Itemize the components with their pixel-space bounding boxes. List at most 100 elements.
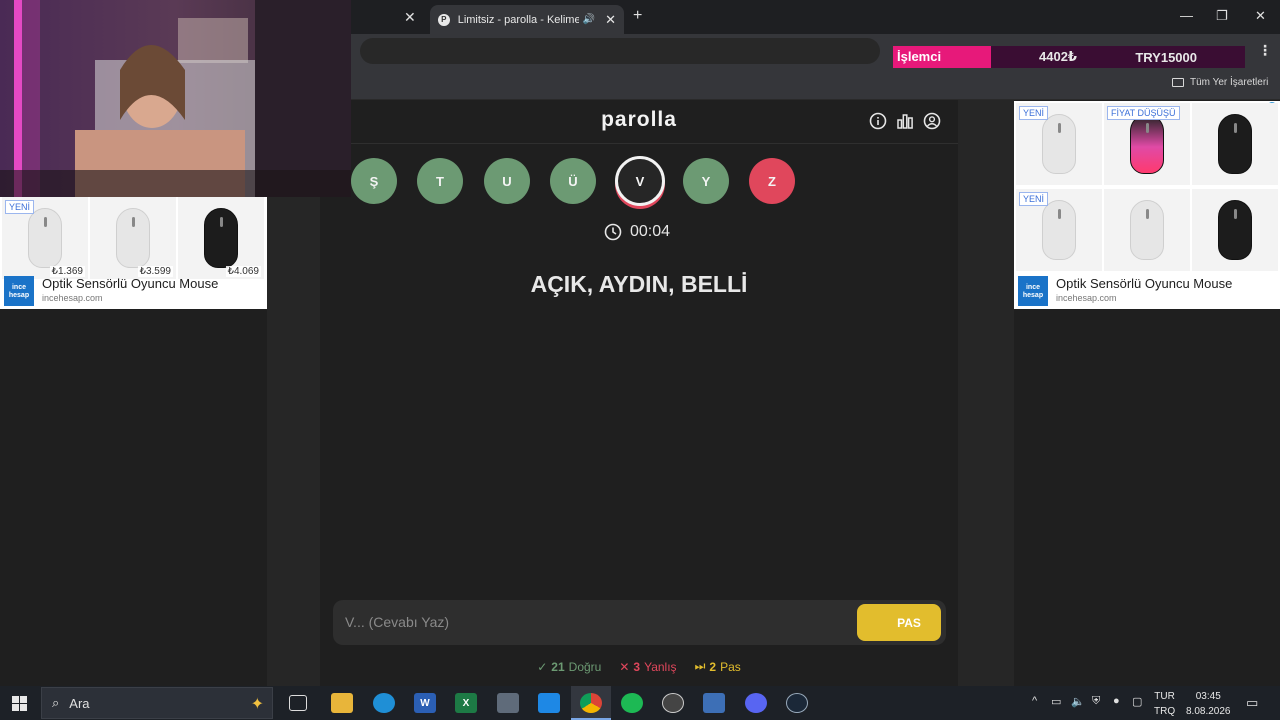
tab-title: Limitsiz - parolla - Kelime oyunu bbox=[457, 13, 579, 26]
right-ad[interactable]: i YENİ FİYAT DÜŞÜŞÜ YENİ ince hesap Opti… bbox=[1014, 101, 1280, 309]
mouse-image bbox=[1130, 200, 1164, 260]
address-bar[interactable] bbox=[360, 38, 880, 64]
edge-icon[interactable] bbox=[373, 693, 395, 713]
x-icon: ✕ bbox=[619, 659, 630, 674]
ad-title[interactable]: Optik Sensörlü Oyuncu Mouse bbox=[42, 276, 218, 291]
mouse-image bbox=[1218, 200, 1252, 260]
volume-icon[interactable]: 🔈 bbox=[1071, 695, 1085, 708]
mouse-image bbox=[1130, 114, 1164, 174]
store-icon[interactable] bbox=[538, 693, 560, 713]
header-icons bbox=[869, 112, 941, 130]
info-icon[interactable] bbox=[869, 112, 887, 130]
wrong-stat: ✕ 3 Yanlış bbox=[619, 659, 677, 674]
discord-icon[interactable] bbox=[745, 693, 767, 713]
letter-circle: Ü bbox=[550, 158, 596, 204]
left-ad[interactable]: YENİ ₺1.369 ₺3.599 ₺4.069 ince hesap Opti… bbox=[0, 197, 267, 309]
inactive-tab-close-icon[interactable]: ✕ bbox=[404, 9, 416, 26]
clock[interactable]: 03:45 8.08.2026 bbox=[1186, 689, 1231, 719]
ad-product[interactable]: YENİ bbox=[1016, 189, 1102, 271]
clue-text: AÇIK, AYDIN, BELLİ bbox=[530, 271, 748, 297]
banner-prices: 4402₺ TRY15000 bbox=[991, 46, 1245, 68]
spotify-icon[interactable] bbox=[621, 693, 643, 713]
ad-product-row: YENİ bbox=[1016, 189, 1280, 271]
mouse-image bbox=[28, 208, 62, 268]
clock-date: 8.08.2026 bbox=[1186, 706, 1231, 717]
ad-url[interactable]: incehesap.com bbox=[1056, 293, 1232, 303]
skip-icon: ⏭ bbox=[694, 659, 706, 673]
clock-time: 03:45 bbox=[1195, 691, 1221, 702]
mic-icon[interactable]: ● bbox=[1113, 695, 1120, 707]
speaker-icon[interactable]: 🔊 bbox=[583, 14, 595, 25]
correct-stat: ✓ 21 Doğru bbox=[537, 659, 602, 674]
network-app-icon[interactable] bbox=[703, 693, 725, 713]
excel-icon[interactable]: X bbox=[455, 693, 477, 713]
ad-product[interactable]: YENİ ₺1.369 bbox=[2, 197, 88, 279]
tab-favicon-icon: P bbox=[438, 13, 450, 26]
ad-product[interactable]: YENİ bbox=[1016, 103, 1102, 185]
ad-product[interactable] bbox=[1104, 189, 1190, 271]
ad-product[interactable]: ₺3.599 bbox=[90, 197, 176, 279]
timer-value: 00:04 bbox=[630, 223, 671, 240]
game-logo[interactable]: parolla bbox=[320, 108, 958, 132]
steam-icon[interactable] bbox=[786, 693, 808, 713]
ad-brand: ince hesap Optik Sensörlü Oyuncu Mouse i… bbox=[1018, 276, 1232, 306]
file-explorer-icon[interactable] bbox=[331, 693, 353, 713]
stats-icon[interactable] bbox=[896, 112, 914, 130]
game-area: parolla Ş T U Ü V Y Z 00:04 AÇIK, AYDIN,… bbox=[320, 100, 958, 686]
taskbar-search[interactable]: ⌕ Ara ✦ bbox=[41, 687, 273, 719]
windows-taskbar: ⌕ Ara ✦ W X ^ ▭ 🔈 ⛨ ● ▢ TUR TRQ 03:45 8.… bbox=[0, 686, 1280, 720]
ad-product-row: YENİ ₺1.369 ₺3.599 ₺4.069 bbox=[2, 197, 266, 279]
browser-menu-icon[interactable]: ⋮ bbox=[1258, 42, 1272, 59]
active-tab[interactable]: P Limitsiz - parolla - Kelime oyunu 🔊 ✕ bbox=[430, 5, 624, 34]
answer-input[interactable] bbox=[345, 611, 845, 633]
incehesap-logo: ince hesap bbox=[4, 276, 34, 306]
maximize-icon[interactable]: ❐ bbox=[1216, 8, 1228, 24]
obs-icon[interactable] bbox=[662, 693, 684, 713]
letter-circle: U bbox=[484, 158, 530, 204]
banner-price: 4402₺ bbox=[1039, 49, 1077, 64]
ad-product[interactable]: ₺4.069 bbox=[178, 197, 264, 279]
ad-product[interactable] bbox=[1192, 103, 1278, 185]
mouse-image bbox=[1218, 114, 1252, 174]
timer: 00:04 bbox=[604, 223, 670, 241]
language-indicator[interactable]: TUR TRQ bbox=[1154, 689, 1175, 719]
search-icon: ⌕ bbox=[52, 695, 60, 710]
promo-banner[interactable]: İşlemci 4402₺ TRY15000 bbox=[893, 46, 1245, 68]
page-right-margin bbox=[958, 100, 1014, 686]
network-icon[interactable]: ▢ bbox=[1132, 695, 1142, 708]
letter-circle: T bbox=[417, 158, 463, 204]
ad-product[interactable] bbox=[1192, 189, 1278, 271]
profile-icon[interactable] bbox=[923, 112, 941, 130]
windows-start-icon[interactable] bbox=[12, 696, 27, 711]
ad-product[interactable]: FİYAT DÜŞÜŞÜ bbox=[1104, 103, 1190, 185]
screen: ✕ P Limitsiz - parolla - Kelime oyunu 🔊 … bbox=[0, 0, 1280, 720]
notification-icon[interactable]: ▭ bbox=[1246, 695, 1258, 711]
search-text: Ara bbox=[69, 695, 90, 711]
chevron-up-icon[interactable]: ^ bbox=[1032, 695, 1037, 707]
sparkle-icon: ✦ bbox=[250, 696, 264, 713]
all-bookmarks-button[interactable]: Tüm Yer İşaretleri bbox=[1172, 77, 1268, 88]
minimize-icon[interactable]: — bbox=[1180, 8, 1193, 23]
ad-title[interactable]: Optik Sensörlü Oyuncu Mouse bbox=[1056, 276, 1232, 291]
ad-url[interactable]: incehesap.com bbox=[42, 293, 218, 303]
battery-icon[interactable]: ▭ bbox=[1051, 695, 1061, 708]
mouse-image bbox=[1042, 200, 1076, 260]
game-header: parolla bbox=[320, 100, 958, 144]
chrome-icon[interactable] bbox=[580, 693, 602, 713]
mouse-image bbox=[116, 208, 150, 268]
folder-icon bbox=[1172, 78, 1184, 87]
mouse-image bbox=[1042, 114, 1076, 174]
calculator-icon[interactable] bbox=[497, 693, 519, 713]
task-view-icon[interactable] bbox=[289, 695, 307, 711]
webcam-image bbox=[0, 0, 351, 197]
word-icon[interactable]: W bbox=[414, 693, 436, 713]
close-window-icon[interactable]: ✕ bbox=[1255, 8, 1266, 24]
pass-stat: ⏭ 2 Pas bbox=[694, 659, 741, 674]
tab-close-icon[interactable]: ✕ bbox=[605, 12, 616, 28]
all-bookmarks-label: Tüm Yer İşaretleri bbox=[1190, 77, 1269, 88]
new-tab-plus-icon[interactable]: + bbox=[633, 7, 642, 25]
letter-circle: Y bbox=[683, 158, 729, 204]
pass-button[interactable]: PAS bbox=[857, 604, 941, 641]
letter-circle: Z bbox=[749, 158, 795, 204]
security-icon[interactable]: ⛨ bbox=[1092, 695, 1100, 708]
